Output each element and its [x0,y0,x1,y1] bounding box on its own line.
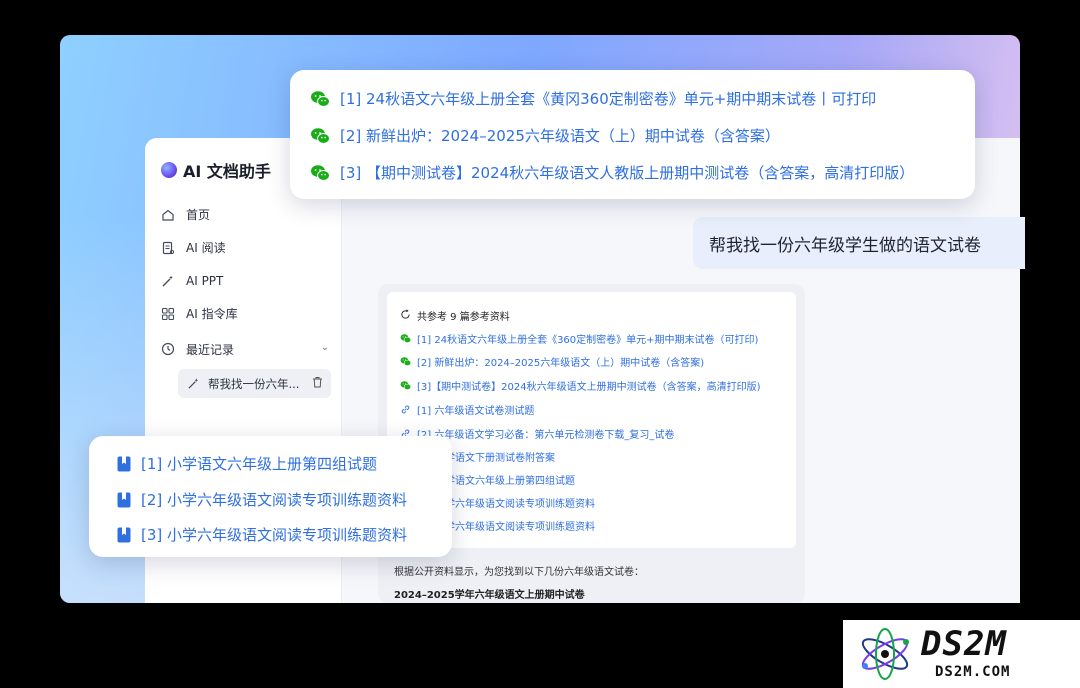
sidebar-item-ai-commands[interactable]: AI 指令库 [161,297,331,330]
reference-item[interactable]: [1] 24秋语文六年级上册全套《360定制密卷》单元+期中期末试卷（可打印) [400,331,758,346]
document-source-text: [1] 小学语文六年级上册第四组试题 [141,455,378,473]
watermark: DS2M DS2M.COM [843,620,1080,688]
watermark-url: DS2M.COM [935,664,1011,680]
wechat-source-text: [2] 新鲜出炉：2024–2025六年级语文（上）期中试卷（含答案） [340,127,780,145]
document-source-item[interactable]: [1] 小学语文六年级上册第四组试题 [117,453,377,474]
sidebar-nav: 首页 AI 阅读 AI PPT AI 指令库 [161,198,331,330]
sidebar-item-label: AI 阅读 [186,241,226,255]
home-icon [161,208,175,222]
sidebar-item-label: AI 指令库 [186,307,238,321]
recent-label: 最近记录 [186,342,235,357]
reference-item-text: 学六年级语文阅读专项训练题资料 [445,522,595,533]
document-source-text: [3] 小学六年级语文阅读专项训练题资料 [141,526,408,544]
app-name: AI 文档助手 [183,162,271,181]
wechat-icon [311,127,330,144]
reference-item-text: [3]【期中测试卷】2024秋六年级语文上册期中测试卷（含答案，高清打印版) [417,382,761,393]
atom-logo-icon [861,628,909,680]
wechat-source-item[interactable]: [2] 新鲜出炉：2024–2025六年级语文（上）期中试卷（含答案） [310,125,780,146]
reference-item[interactable]: [2] 新鲜出炉：2024–2025六年级语文（上）期中试卷（含答案) [400,354,704,369]
wechat-icon [400,334,411,343]
document-source-item[interactable]: [3] 小学六年级语文阅读专项训练题资料 [117,524,407,545]
sidebar-item-label: AI PPT [186,273,224,288]
wechat-icon [400,357,411,366]
reading-icon [161,241,175,255]
command-library-icon [161,307,175,321]
history-clock-icon [161,342,175,356]
reference-item-text: [1] 六年级语文试卷测试题 [417,406,535,417]
user-message-bubble: 帮我找一份六年级学生做的语文试卷 [693,217,1025,269]
sidebar-item-label: 首页 [186,208,211,222]
wechat-source-item[interactable]: [1] 24秋语文六年级上册全套《黄冈360定制密卷》单元+期中期末试卷丨可打印 [310,88,876,109]
document-sources-popup: [1] 小学语文六年级上册第四组试题 [2] 小学六年级语文阅读专项训练题资料 … [89,436,452,557]
trash-icon[interactable] [312,376,323,391]
reference-item[interactable]: 学语文六年级上册第四组试题 [445,472,575,487]
refresh-icon [400,308,411,323]
references-header-text: 共参考 9 篇参考资料 [417,312,510,323]
reference-item-text: 学语文六年级上册第四组试题 [445,476,575,487]
reference-item-text: 学语文下册测试卷附答案 [445,453,555,464]
reference-item[interactable]: 学语文下册测试卷附答案 [445,449,555,464]
document-icon [117,527,131,542]
user-message-text: 帮我找一份六年级学生做的语文试卷 [709,235,981,256]
document-source-text: [2] 小学六年级语文阅读专项训练题资料 [141,491,408,509]
wechat-icon [400,381,411,390]
reference-item[interactable]: [1] 六年级语文试卷测试题 [400,402,534,417]
answer-heading: 2024–2025学年六年级语文上册期中试卷 [394,590,585,601]
watermark-text: DS2M [921,624,1007,664]
recent-item[interactable]: 帮我找一份六年... [178,369,331,398]
reference-item-text: [2] 新鲜出炉：2024–2025六年级语文（上）期中试卷（含答案) [417,358,705,369]
magic-wand-icon [161,274,175,288]
magic-wand-icon [186,377,200,391]
recent-item-label: 帮我找一份六年... [208,376,300,391]
wechat-icon [311,164,330,181]
link-icon [401,405,410,414]
wechat-sources-popup: [1] 24秋语文六年级上册全套《黄冈360定制密卷》单元+期中期末试卷丨可打印… [290,70,975,199]
document-source-item[interactable]: [2] 小学六年级语文阅读专项训练题资料 [117,489,407,510]
wechat-source-text: [3] 【期中测试卷】2024秋六年级语文人教版上册期中测试卷（含答案，高清打印… [340,164,915,182]
brand[interactable]: AI 文档助手 [161,158,271,182]
answer-intro: 根据公开资料显示，为您找到以下几份六年级语文试卷： [394,567,644,578]
reference-item-text: [2] 六年级语文学习必备：第六单元检测卷下载_复习_试卷 [417,430,675,441]
reference-item[interactable]: 学六年级语文阅读专项训练题资料 [445,518,595,533]
chevron-down-icon: ⌄ [320,342,329,353]
sidebar-item-ai-ppt[interactable]: AI PPT [161,264,331,297]
reference-item[interactable]: [3]【期中测试卷】2024秋六年级语文上册期中测试卷（含答案，高清打印版) [400,378,761,393]
app-logo-icon [161,162,177,178]
wechat-source-item[interactable]: [3] 【期中测试卷】2024秋六年级语文人教版上册期中测试卷（含答案，高清打印… [310,162,914,183]
references-header[interactable]: 共参考 9 篇参考资料 [400,308,510,323]
sidebar-item-home[interactable]: 首页 [161,198,331,231]
stage: AI 文档助手 首页 AI 阅读 AI PPT AI 指令库 最近记录 ⌄ 帮我… [0,0,1080,688]
document-icon [117,456,131,471]
reference-item[interactable]: 学六年级语文阅读专项训练题资料 [445,495,595,510]
sidebar-item-ai-reading[interactable]: AI 阅读 [161,231,331,264]
reference-item-text: 学六年级语文阅读专项训练题资料 [445,499,595,510]
document-icon [117,492,131,507]
recent-section-toggle[interactable]: 最近记录 ⌄ [161,334,329,364]
wechat-icon [311,90,330,107]
reference-item-text: [1] 24秋语文六年级上册全套《360定制密卷》单元+期中期末试卷（可打印) [417,335,759,346]
wechat-source-text: [1] 24秋语文六年级上册全套《黄冈360定制密卷》单元+期中期末试卷丨可打印 [340,90,877,108]
